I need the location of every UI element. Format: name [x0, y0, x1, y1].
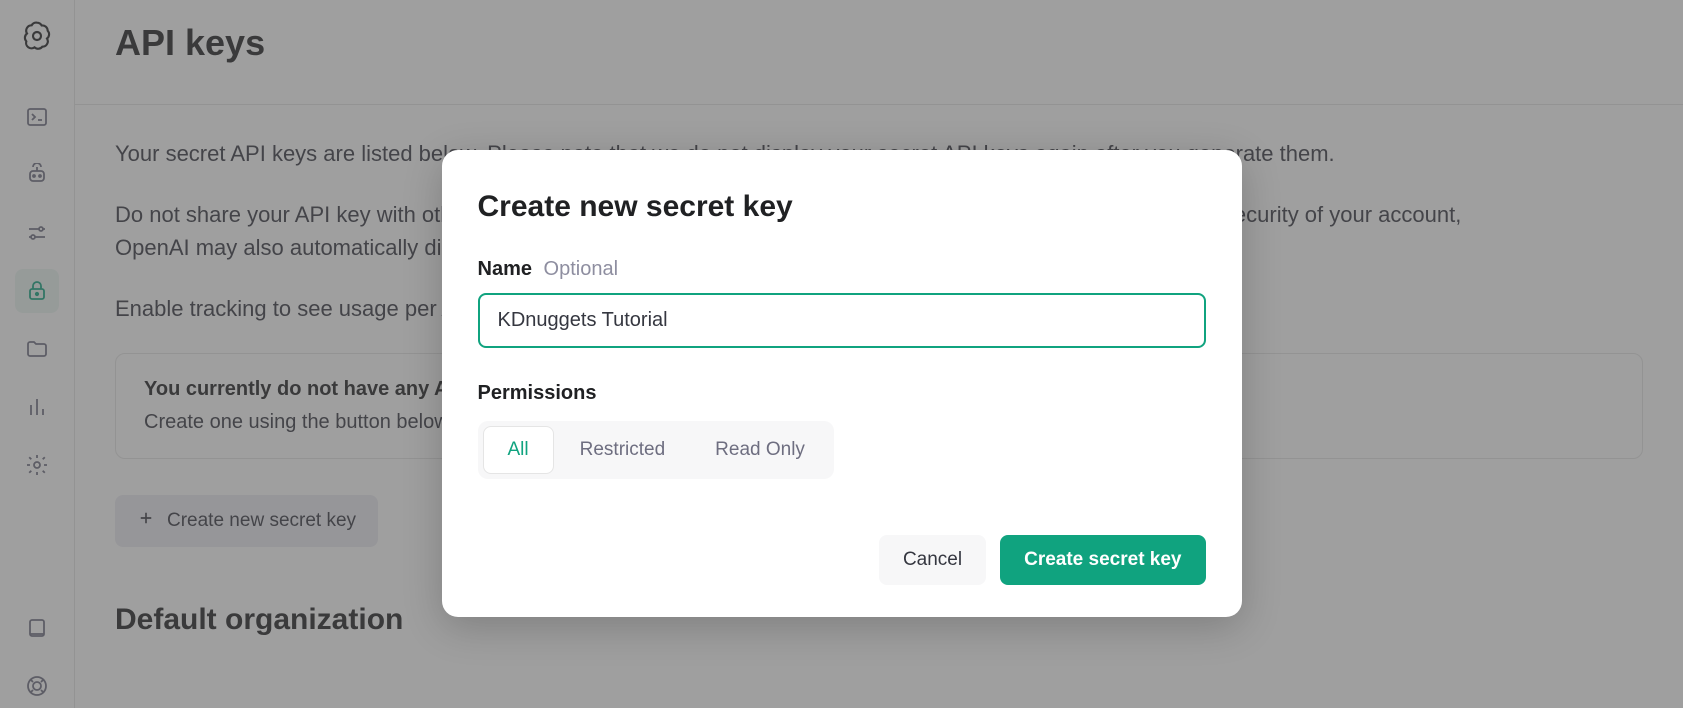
modal-title: Create new secret key	[478, 190, 1206, 224]
modal-actions: Cancel Create secret key	[478, 535, 1206, 585]
permissions-label: Permissions	[478, 382, 1206, 405]
create-secret-key-button[interactable]: Create secret key	[1000, 535, 1205, 585]
cancel-button[interactable]: Cancel	[879, 535, 986, 585]
permissions-group: All Restricted Read Only	[478, 421, 834, 479]
permission-restricted-button[interactable]: Restricted	[556, 426, 690, 474]
name-optional-text: Optional	[544, 258, 619, 280]
name-label-text: Name	[478, 258, 532, 280]
modal-overlay[interactable]: Create new secret key Name Optional Perm…	[0, 0, 1683, 708]
name-input[interactable]	[478, 293, 1206, 348]
permission-all-button[interactable]: All	[483, 426, 554, 474]
permission-readonly-button[interactable]: Read Only	[691, 426, 829, 474]
name-field-label: Name Optional	[478, 258, 1206, 281]
create-key-modal: Create new secret key Name Optional Perm…	[442, 150, 1242, 617]
